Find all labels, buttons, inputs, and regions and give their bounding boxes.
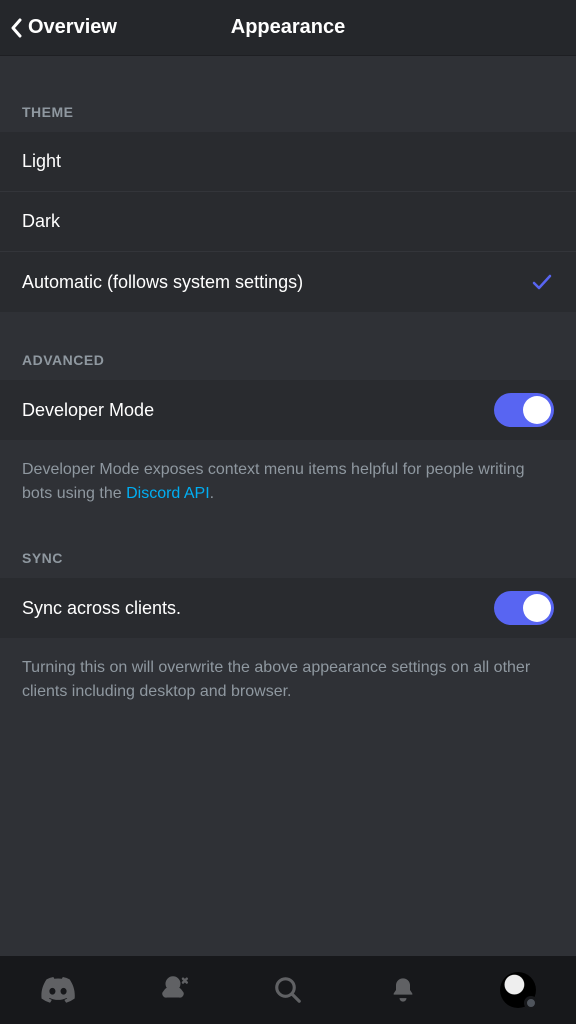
tab-profile[interactable] <box>494 966 542 1014</box>
theme-option-label: Dark <box>22 211 60 232</box>
theme-option-label: Light <box>22 151 61 172</box>
back-label: Overview <box>28 16 117 39</box>
friends-icon <box>157 975 189 1005</box>
check-icon <box>530 270 554 294</box>
sync-description: Turning this on will overwrite the above… <box>0 638 576 708</box>
section-label-theme: THEME <box>0 56 576 132</box>
bell-icon <box>389 975 417 1005</box>
theme-option-label: Automatic (follows system settings) <box>22 272 303 293</box>
theme-list: Light Dark Automatic (follows system set… <box>0 132 576 312</box>
sync-across-clients-toggle[interactable] <box>494 591 554 625</box>
sync-across-clients-row[interactable]: Sync across clients. <box>0 578 576 638</box>
content-scroll[interactable]: THEME Light Dark Automatic (follows syst… <box>0 56 576 956</box>
dev-desc-pre: Developer Mode exposes context menu item… <box>22 461 525 502</box>
toggle-knob <box>523 594 551 622</box>
search-icon <box>273 975 303 1005</box>
advanced-list: Developer Mode <box>0 380 576 440</box>
toggle-knob <box>523 396 551 424</box>
sync-list: Sync across clients. <box>0 578 576 638</box>
header: Overview Appearance <box>0 0 576 56</box>
developer-mode-label: Developer Mode <box>22 400 154 421</box>
theme-option-light[interactable]: Light <box>0 132 576 192</box>
theme-option-dark[interactable]: Dark <box>0 192 576 252</box>
tab-bar <box>0 956 576 1024</box>
discord-logo-icon <box>41 977 75 1003</box>
tab-search[interactable] <box>264 966 312 1014</box>
developer-mode-description: Developer Mode exposes context menu item… <box>0 440 576 510</box>
tab-friends[interactable] <box>149 966 197 1014</box>
section-label-advanced: ADVANCED <box>0 312 576 380</box>
tab-notifications[interactable] <box>379 966 427 1014</box>
section-label-sync: SYNC <box>0 510 576 578</box>
discord-api-link[interactable]: Discord API <box>126 485 210 502</box>
dev-desc-post: . <box>210 485 214 502</box>
avatar-wrap <box>500 972 536 1008</box>
chevron-left-icon <box>10 18 22 38</box>
theme-option-automatic[interactable]: Automatic (follows system settings) <box>0 252 576 312</box>
tab-discord[interactable] <box>34 966 82 1014</box>
sync-across-clients-label: Sync across clients. <box>22 598 181 619</box>
developer-mode-row[interactable]: Developer Mode <box>0 380 576 440</box>
back-button[interactable]: Overview <box>0 16 117 39</box>
developer-mode-toggle[interactable] <box>494 393 554 427</box>
